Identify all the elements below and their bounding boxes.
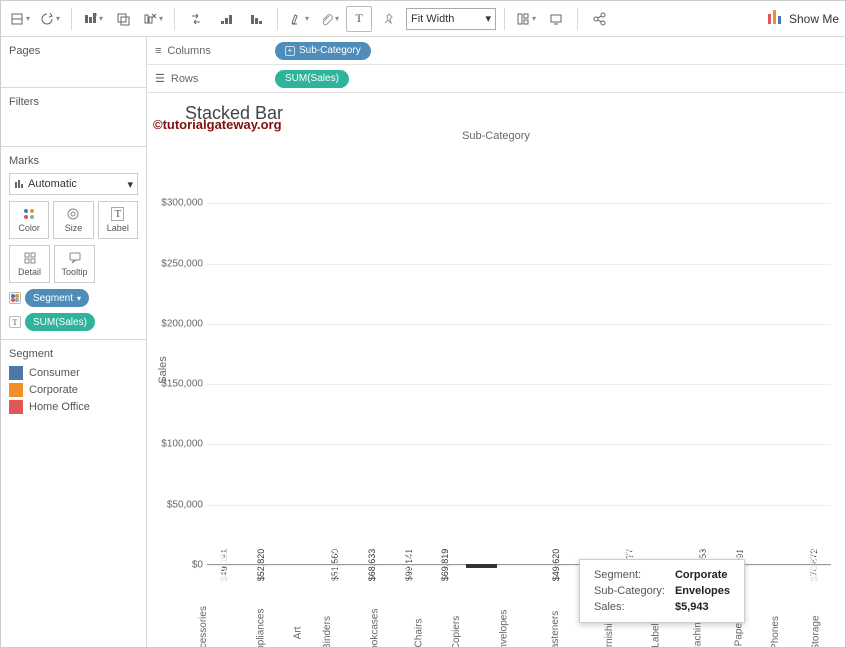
label-icon: T [111, 207, 124, 221]
legend-title: Segment [9, 348, 138, 360]
color-shelf[interactable]: Color [9, 201, 49, 239]
label-pill-row[interactable]: T SUM(Sales) [9, 313, 138, 331]
size-icon [66, 207, 80, 221]
rows-label: Rows [171, 73, 199, 85]
show-me-icon [768, 10, 783, 27]
detail-icon [23, 251, 37, 265]
presentation-icon[interactable] [543, 6, 569, 32]
mark-type-label: Automatic [28, 178, 77, 190]
columns-label: Columns [167, 45, 210, 57]
marks-card: Marks Automatic▾ Color Size T Label [1, 147, 146, 340]
plot-area[interactable]: $49,191$87,105$52,820$51,560$118,161$68,… [207, 155, 831, 565]
rows-pill[interactable]: SUM(Sales) [275, 70, 349, 88]
tooltip: Segment:Corporate Sub-Category:Envelopes… [579, 559, 745, 623]
show-me-label: Show Me [789, 12, 839, 26]
fit-dropdown[interactable]: Fit Width▾ [406, 8, 496, 30]
legend-swatch [9, 383, 23, 397]
columns-pill[interactable]: + Sub-Category [275, 42, 371, 60]
label-pill-icon: T [9, 316, 21, 328]
tooltip-icon [68, 251, 82, 265]
top-toolbar: + T Fit Width▾ Show Me [1, 1, 845, 37]
chart-area[interactable]: Stacked Bar ©tutorialgateway.org Sub-Cat… [147, 93, 845, 647]
plus-icon: + [285, 46, 295, 56]
share-icon[interactable] [586, 6, 612, 32]
size-shelf[interactable]: Size [53, 201, 93, 239]
svg-text:+: + [94, 12, 97, 19]
tooltip-shelf[interactable]: Tooltip [54, 245, 95, 283]
label-toggle-icon[interactable]: T [346, 6, 372, 32]
filters-title: Filters [9, 96, 138, 108]
legend-item-corporate[interactable]: Corporate [9, 383, 138, 397]
pages-title: Pages [9, 45, 138, 57]
rows-shelf[interactable]: ☰ Rows SUM(Sales) [147, 65, 845, 93]
new-sheet-icon[interactable]: + [80, 6, 106, 32]
segment-pill[interactable]: Segment▾ [25, 289, 89, 307]
color-pill-icon [9, 292, 21, 304]
duplicate-sheet-icon[interactable] [110, 6, 136, 32]
marks-title: Marks [9, 155, 138, 167]
legend-item-homeoffice[interactable]: Home Office [9, 400, 138, 414]
sort-asc-icon[interactable] [213, 6, 239, 32]
refresh-icon[interactable] [37, 6, 63, 32]
columns-shelf[interactable]: ≡ Columns + Sub-Category [147, 37, 845, 65]
rows-icon: ☰ [155, 72, 165, 85]
sort-desc-icon[interactable] [243, 6, 269, 32]
columns-icon: ≡ [155, 45, 161, 57]
filters-shelf[interactable]: Filters [1, 88, 146, 147]
swap-icon[interactable] [183, 6, 209, 32]
watermark: ©tutorialgateway.org [153, 117, 282, 132]
segment-legend: Segment Consumer Corporate Home Office [1, 340, 146, 425]
show-me-button[interactable]: Show Me [768, 10, 839, 27]
mark-type-dropdown[interactable]: Automatic▾ [9, 173, 138, 195]
color-pill-row[interactable]: Segment▾ [9, 289, 138, 307]
sales-pill[interactable]: SUM(Sales) [25, 313, 95, 331]
label-shelf[interactable]: T Label [98, 201, 138, 239]
legend-swatch [9, 366, 23, 380]
y-axis-ticks: $0$50,000$100,000$150,000$200,000$250,00… [153, 155, 203, 565]
attach-icon[interactable] [316, 6, 342, 32]
fit-dropdown-label: Fit Width [411, 13, 454, 25]
highlight-icon[interactable] [286, 6, 312, 32]
pin-icon[interactable] [376, 6, 402, 32]
legend-item-consumer[interactable]: Consumer [9, 366, 138, 380]
detail-shelf[interactable]: Detail [9, 245, 50, 283]
legend-swatch [9, 400, 23, 414]
datasource-icon[interactable] [7, 6, 33, 32]
pages-shelf[interactable]: Pages [1, 37, 146, 88]
clear-sheet-icon[interactable] [140, 6, 166, 32]
dashboard-icon[interactable] [513, 6, 539, 32]
color-icon [22, 207, 36, 221]
